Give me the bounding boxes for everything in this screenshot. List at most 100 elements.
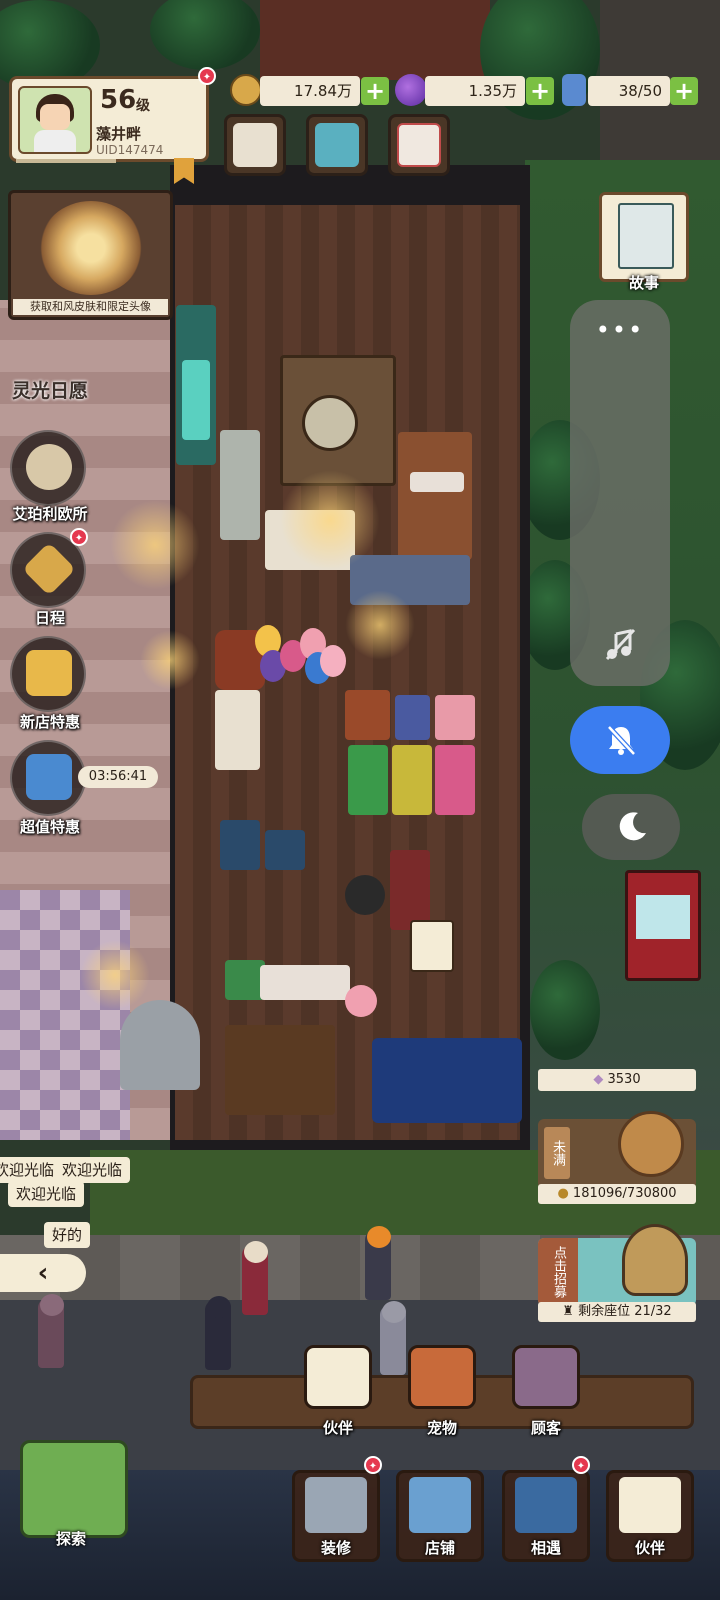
- mail-icon: [397, 123, 441, 167]
- vending-window: [636, 895, 690, 939]
- clock-face: [302, 395, 358, 451]
- lamp-glow: [110, 500, 200, 590]
- green-locker[interactable]: [348, 745, 388, 815]
- story-label: 故事: [628, 274, 659, 292]
- decorate-button[interactable]: 装修: [292, 1470, 380, 1562]
- lunar-lander[interactable]: [120, 1000, 200, 1090]
- chat-bubble-icon: [315, 123, 359, 167]
- speech-bubble: 好的: [44, 1222, 91, 1248]
- schedule-label: 日程: [34, 609, 65, 627]
- heart-icon: ◆: [593, 1072, 608, 1087]
- customer-character[interactable]: [365, 1226, 391, 1300]
- shelf[interactable]: [398, 432, 472, 560]
- hammer-icon: [305, 1477, 367, 1533]
- notification-dot: ✦: [198, 67, 216, 85]
- chat-button[interactable]: [306, 114, 368, 176]
- player-uid: UID147474: [96, 143, 164, 157]
- energy-bottle-icon: [562, 74, 586, 106]
- partners-button[interactable]: 伙伴: [298, 1345, 378, 1437]
- box: [395, 695, 430, 740]
- collapse-arrow-button[interactable]: ‹: [0, 1254, 86, 1292]
- chair-icon: ♜: [562, 1304, 579, 1319]
- coin-currency: 17.84万 +: [230, 74, 390, 106]
- piggy-status: 未满: [544, 1127, 570, 1179]
- spirit-tree-icon: [39, 201, 143, 295]
- gem-currency: 1.35万 +: [395, 74, 555, 106]
- night-mode-toggle[interactable]: [582, 794, 680, 860]
- lamp-glow: [280, 470, 380, 570]
- cat-card-icon: [619, 1477, 681, 1533]
- partner-nav-button[interactable]: 伙伴: [606, 1470, 694, 1562]
- customers-label: 顾客: [530, 1419, 561, 1437]
- more-icon[interactable]: •••: [570, 316, 670, 344]
- encounter-button[interactable]: 相遇: [502, 1470, 590, 1562]
- value-deal-button[interactable]: [10, 740, 86, 816]
- yellow-locker[interactable]: [392, 745, 432, 815]
- add-gems-button[interactable]: +: [526, 77, 554, 105]
- piggy-bank[interactable]: 未满: [538, 1111, 696, 1189]
- wave-painting: [372, 1038, 522, 1123]
- player-name: 藻井畔: [96, 125, 142, 143]
- mail-button[interactable]: [388, 114, 450, 176]
- box: [435, 695, 475, 740]
- event-title: 灵光日愿: [12, 380, 89, 402]
- shop-label: 店铺: [424, 1539, 455, 1557]
- customer-character[interactable]: [205, 1296, 231, 1370]
- event-banner[interactable]: 获取和风皮肤和限定头像: [8, 190, 173, 320]
- shop-button[interactable]: 店铺: [396, 1470, 484, 1562]
- story-button[interactable]: [599, 192, 689, 282]
- add-coins-button[interactable]: +: [361, 77, 389, 105]
- add-energy-button[interactable]: +: [670, 77, 698, 105]
- recruit-button[interactable]: 点击招募: [538, 1224, 696, 1306]
- vending-machine[interactable]: [625, 870, 701, 981]
- explore-button[interactable]: 探索: [6, 1420, 136, 1550]
- pot: [345, 875, 385, 915]
- player-profile[interactable]: 56 级 藻井畔 UID147474: [9, 76, 209, 163]
- event-owl-label: 艾珀利欧所: [12, 505, 88, 523]
- remaining-seats: ♜ 剩余座位 21/32: [538, 1302, 696, 1322]
- remaining-seats-value: 剩余座位 21/32: [578, 1304, 672, 1319]
- jar-shelf: [260, 965, 350, 1000]
- pets-button[interactable]: 宠物: [402, 1345, 482, 1437]
- owl-icon: [26, 444, 72, 490]
- pet-food-bowl-icon: [408, 1345, 476, 1409]
- mug-sign: [410, 920, 454, 972]
- encounter-icon: [515, 1477, 577, 1533]
- sign-board[interactable]: [345, 690, 390, 740]
- partner-nav-label: 伙伴: [634, 1539, 665, 1557]
- do-not-disturb-toggle[interactable]: [570, 706, 670, 774]
- bookshelf[interactable]: [225, 1025, 335, 1115]
- customer-character[interactable]: [242, 1241, 268, 1315]
- encounter-label: 相遇: [530, 1539, 561, 1557]
- popularity-value: 3530: [607, 1072, 641, 1087]
- event-owl-button[interactable]: [10, 430, 86, 506]
- cabinet[interactable]: [390, 850, 430, 930]
- notification-dot: ✦: [70, 528, 88, 546]
- service-bell-icon: [622, 1224, 688, 1296]
- cats-button[interactable]: [224, 114, 286, 176]
- player-level: 56: [100, 85, 137, 115]
- building-roof: [260, 0, 490, 80]
- fridge[interactable]: [215, 690, 260, 770]
- deal-countdown: 03:56:41: [78, 766, 158, 788]
- player-avatar[interactable]: [18, 86, 92, 154]
- display[interactable]: [265, 830, 305, 870]
- customers-icon: [512, 1345, 580, 1409]
- new-shop-deal-label: 新店特惠: [19, 713, 80, 731]
- floating-control-panel[interactable]: •••: [570, 300, 670, 686]
- piggy-bank-icon: [618, 1111, 684, 1177]
- music-muted-icon[interactable]: [602, 626, 638, 662]
- gem-amount: 1.35万: [425, 76, 525, 106]
- aquarium-water: [182, 360, 210, 440]
- storybook-icon: [618, 203, 674, 269]
- speech-bubble: 欢迎光临: [0, 1157, 63, 1183]
- customers-button[interactable]: 顾客: [506, 1345, 586, 1437]
- pink-locker[interactable]: [435, 745, 475, 815]
- counter[interactable]: [220, 430, 260, 540]
- display[interactable]: [220, 820, 260, 870]
- wolf-character[interactable]: [38, 1294, 64, 1368]
- cats-icon: [233, 123, 277, 167]
- new-shop-deal-button[interactable]: [10, 636, 86, 712]
- notification-dot: ✦: [572, 1456, 590, 1474]
- xp-bar: [16, 159, 116, 163]
